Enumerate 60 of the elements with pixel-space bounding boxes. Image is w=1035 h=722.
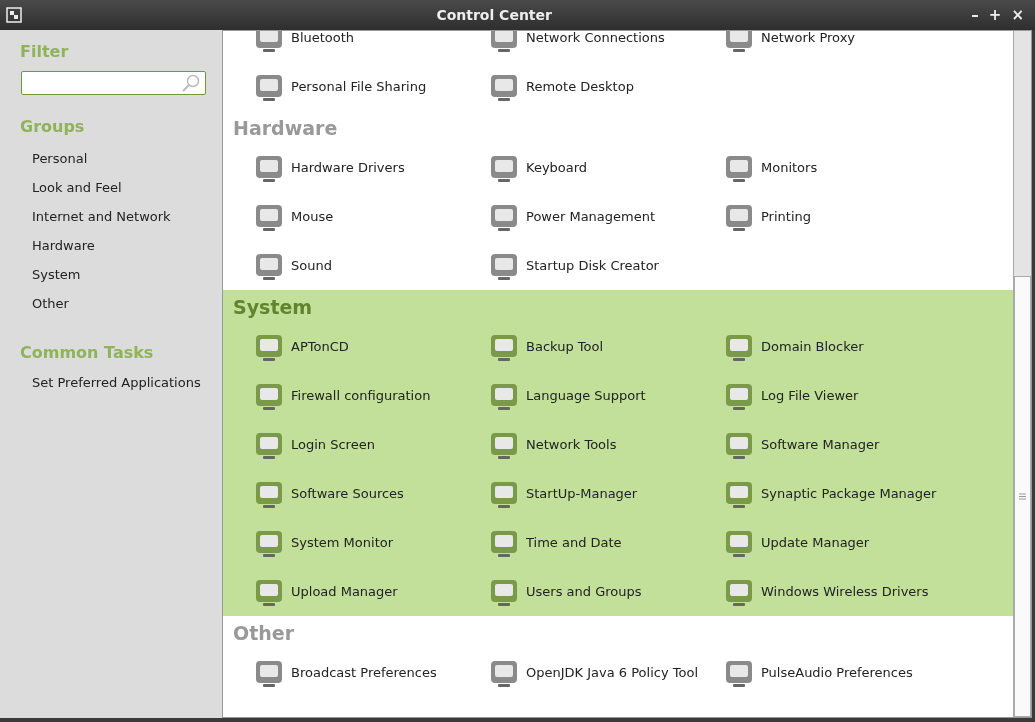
scrollbar[interactable]: [1013, 31, 1031, 717]
section-title: System: [232, 295, 314, 320]
common-tasks-heading: Common Tasks: [19, 343, 155, 362]
applet-item[interactable]: Broadcast Preferences: [253, 648, 488, 697]
applet-item[interactable]: Monitors: [723, 143, 958, 192]
applet-item[interactable]: Power Management: [488, 192, 723, 241]
applet-item[interactable]: Domain Blocker: [723, 322, 958, 371]
applet-item[interactable]: Network Connections: [488, 31, 723, 62]
applet-item[interactable]: Time and Date: [488, 518, 723, 567]
applet-item[interactable]: Sound: [253, 241, 488, 290]
applet-item[interactable]: Startup Disk Creator: [488, 241, 723, 290]
applet-item[interactable]: Software Sources: [253, 469, 488, 518]
applet-item[interactable]: Mouse: [253, 192, 488, 241]
applet-item[interactable]: Printing: [723, 192, 958, 241]
group-link[interactable]: Hardware: [0, 231, 222, 260]
filter-heading: Filter: [19, 42, 70, 61]
section-title: Hardware: [232, 116, 339, 141]
applet-item[interactable]: System Monitor: [253, 518, 488, 567]
applet-item[interactable]: Log File Viewer: [723, 371, 958, 420]
applet-item[interactable]: StartUp-Manager: [488, 469, 723, 518]
groups-heading: Groups: [19, 117, 86, 136]
applet-item[interactable]: Login Screen: [253, 420, 488, 469]
search-field[interactable]: [21, 71, 206, 95]
applet-item[interactable]: Update Manager: [723, 518, 958, 567]
applet-item[interactable]: Keyboard: [488, 143, 723, 192]
applet-item[interactable]: Backup Tool: [488, 322, 723, 371]
applet-item[interactable]: Firewall configuration: [253, 371, 488, 420]
task-link[interactable]: Set Preferred Applications: [0, 368, 222, 397]
group-link[interactable]: Personal: [0, 144, 222, 173]
window-control-button[interactable]: ×: [1006, 6, 1029, 24]
applet-item[interactable]: Language Support: [488, 371, 723, 420]
window-icon: [6, 7, 22, 23]
applet-item[interactable]: Users and Groups: [488, 567, 723, 616]
applet-item[interactable]: Bluetooth: [253, 31, 488, 62]
app-icon: [488, 31, 520, 54]
app-icon: [723, 31, 755, 54]
grip-icon: [1019, 493, 1026, 500]
section-title: Other: [232, 621, 296, 646]
applet-item[interactable]: Upload Manager: [253, 567, 488, 616]
applet-item[interactable]: OpenJDK Java 6 Policy Tool: [488, 648, 723, 697]
group-link[interactable]: Look and Feel: [0, 173, 222, 202]
applet-item[interactable]: Remote Desktop: [488, 62, 723, 111]
applet-item[interactable]: Network Tools: [488, 420, 723, 469]
window-title: Control Center: [435, 7, 553, 23]
applet-item[interactable]: Software Manager: [723, 420, 958, 469]
applet-item[interactable]: PulseAudio Preferences: [723, 648, 958, 697]
group-link[interactable]: Other: [0, 289, 222, 318]
group-link[interactable]: System: [0, 260, 222, 289]
window-control-button[interactable]: –: [966, 6, 984, 24]
applet-item[interactable]: Windows Wireless Drivers: [723, 567, 958, 616]
group-link[interactable]: Internet and Network: [0, 202, 222, 231]
app-icon: [253, 31, 285, 54]
applet-item[interactable]: Network Proxy: [723, 31, 958, 62]
applet-item[interactable]: Personal File Sharing: [253, 62, 488, 111]
scrollbar-thumb[interactable]: [1014, 276, 1031, 717]
applet-item[interactable]: Hardware Drivers: [253, 143, 488, 192]
applet-item[interactable]: APTonCD: [253, 322, 488, 371]
applet-item[interactable]: Synaptic Package Manager: [723, 469, 958, 518]
search-icon: [181, 74, 201, 92]
window-control-button[interactable]: +: [983, 6, 1007, 24]
